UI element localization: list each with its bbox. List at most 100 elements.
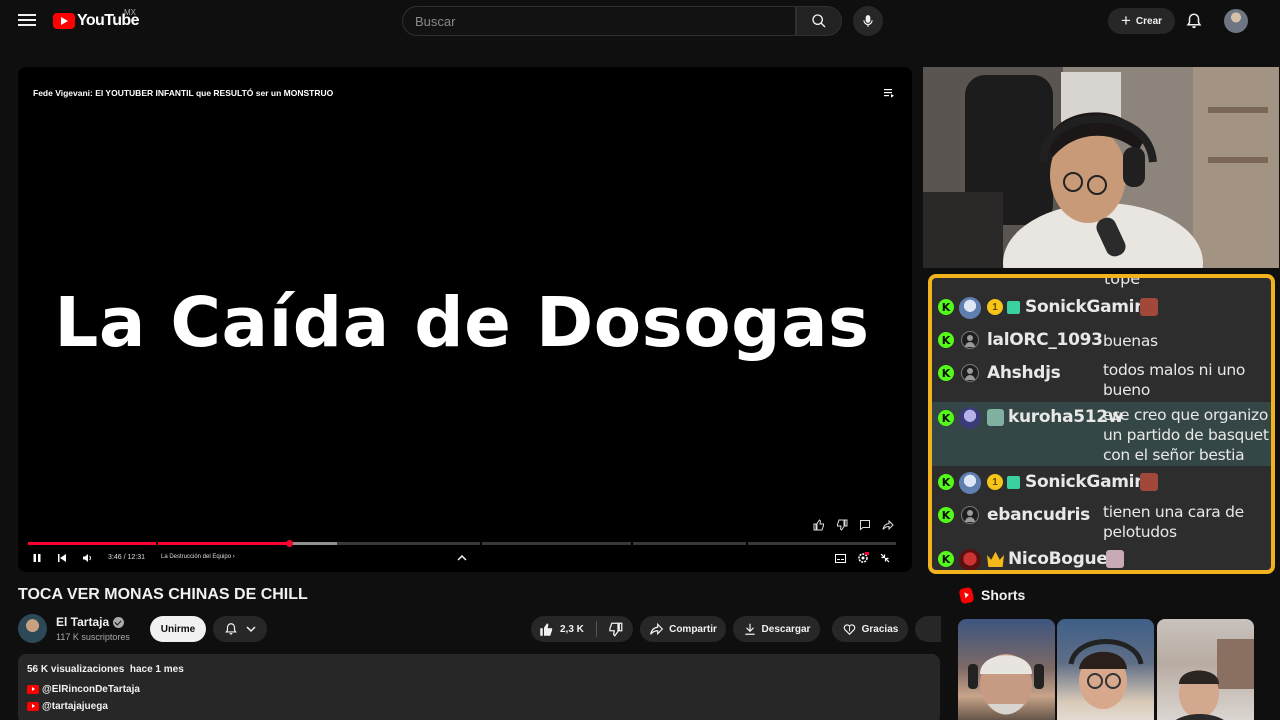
chat-username: SonickGaming <box>1025 297 1158 317</box>
create-button[interactable]: + Crear <box>1108 8 1175 34</box>
dislike-button[interactable] <box>597 616 633 642</box>
youtube-icon <box>27 702 39 711</box>
user-avatar-badge <box>959 549 981 570</box>
like-dislike-group: 2,3 K <box>531 616 633 642</box>
player-video-title[interactable]: Fede Vigevani: El YOUTUBER INFANTIL que … <box>33 88 333 98</box>
settings-gear-icon[interactable] <box>857 551 869 565</box>
chat-message: K ebancudris tienen una cara de pelotudo… <box>932 500 1271 544</box>
share-button[interactable]: Compartir <box>640 616 726 642</box>
subscriber-count: 117 K suscriptores <box>56 632 130 642</box>
youtube-play-icon <box>53 13 75 29</box>
chat-message-highlighted: K kuroha512w ese creo que organizo un pa… <box>932 402 1271 466</box>
gift-badge-icon <box>1007 476 1020 489</box>
coin-badge: 1 <box>987 299 1003 315</box>
gift-badge-icon <box>1007 301 1020 314</box>
user-avatar-badge <box>959 297 981 319</box>
progress-played <box>28 542 289 545</box>
share-icon <box>650 622 664 636</box>
download-button[interactable]: Descargar <box>733 616 820 642</box>
progress-scrubber[interactable] <box>286 540 293 547</box>
hamburger-menu-icon[interactable] <box>16 11 38 31</box>
verified-check-icon <box>113 616 125 628</box>
default-avatar-icon <box>961 506 979 524</box>
kick-icon: K <box>938 332 954 348</box>
notifications-bell-icon[interactable] <box>1185 11 1203 31</box>
playlist-queue-icon[interactable] <box>884 85 894 98</box>
voice-search-button[interactable] <box>853 6 883 36</box>
streamer-webcam <box>923 67 1279 268</box>
player-controls: 3:46 / 12:31 La Destrucción del Equipo › <box>18 548 912 568</box>
channel-name[interactable]: El Tartaja <box>56 615 125 629</box>
country-code: MX <box>124 8 136 17</box>
chat-text: tienen una cara de pelotudos <box>1103 503 1244 541</box>
exit-miniplayer-icon[interactable] <box>880 551 890 565</box>
video-player[interactable]: Fede Vigevani: El YOUTUBER INFANTIL que … <box>18 67 912 572</box>
user-avatar-badge <box>959 472 981 494</box>
kick-icon: K <box>938 474 954 490</box>
download-icon <box>744 623 755 635</box>
shorts-icon <box>958 586 975 604</box>
comment-icon[interactable] <box>859 518 871 531</box>
kick-icon: K <box>938 410 954 426</box>
search-icon <box>812 14 826 28</box>
chat-message: K Ahshdjs todos malos ni uno bueno <box>932 358 1271 402</box>
chapter-marker <box>480 542 482 545</box>
chat-username: ebancudris <box>987 505 1090 525</box>
channel-link[interactable]: @tartajajuega <box>27 701 108 712</box>
thanks-label: Gracias <box>861 623 899 635</box>
subtitles-icon[interactable] <box>835 551 846 565</box>
short-thumbnail[interactable] <box>1057 619 1154 720</box>
chapter-marker <box>631 542 633 545</box>
channel-link[interactable]: @ElRinconDeTartaja <box>27 684 140 695</box>
previous-button[interactable] <box>57 551 67 565</box>
subscription-bell-button[interactable] <box>213 616 267 642</box>
channel-avatar[interactable] <box>18 614 47 643</box>
video-title: TOCA VER MONAS CHINAS DE CHILL <box>18 586 308 603</box>
description-meta: 56 K visualizaciones hace 1 mes <box>27 664 184 675</box>
chat-message: K NicoBoguet <box>932 545 1271 570</box>
progress-bar[interactable] <box>28 540 896 547</box>
youtube-logo[interactable]: YouTube MX <box>53 8 139 32</box>
short-thumbnail[interactable] <box>958 619 1055 720</box>
share-icon[interactable] <box>882 518 894 531</box>
channel-link-text: @ElRinconDeTartaja <box>42 684 140 695</box>
like-button[interactable]: 2,3 K <box>531 621 597 637</box>
thanks-button[interactable]: Gracias <box>832 616 908 642</box>
chat-username: Ahshdjs <box>987 363 1061 383</box>
chat-message: K 1 SonickGaming <box>932 469 1271 496</box>
shorts-heading: Shorts <box>981 587 1026 603</box>
emote-icon <box>1140 298 1158 316</box>
create-label: Crear <box>1135 15 1163 27</box>
chevron-up-icon[interactable] <box>457 551 467 565</box>
volume-icon[interactable] <box>82 551 93 565</box>
short-thumbnail[interactable] <box>1157 619 1254 720</box>
search-box <box>402 6 842 36</box>
channel-link-text: @tartajajuega <box>42 701 108 712</box>
like-count: 2,3 K <box>560 623 584 635</box>
thumbs-down-icon[interactable] <box>836 518 848 531</box>
account-avatar[interactable] <box>1224 9 1248 33</box>
chapter-marker <box>156 542 158 545</box>
more-actions-button[interactable] <box>915 616 941 642</box>
on-screen-title: La Caída de Dosogas <box>54 283 870 363</box>
channel-name-text: El Tartaja <box>56 615 110 629</box>
description-box[interactable]: 56 K visualizaciones hace 1 mes @ElRinco… <box>18 654 940 720</box>
thumbs-down-icon <box>608 622 622 637</box>
thumbs-up-icon[interactable] <box>813 518 825 531</box>
chat-username: lalORC_1093 <box>987 330 1103 350</box>
search-input[interactable] <box>402 6 796 36</box>
join-button[interactable]: Unirme <box>150 616 206 642</box>
kick-icon: K <box>938 551 954 567</box>
chapter-title[interactable]: La Destrucción del Equipo › <box>161 554 235 560</box>
view-count: 56 K visualizaciones <box>27 664 125 675</box>
emote-icon <box>1106 550 1124 568</box>
pause-button[interactable] <box>32 551 42 565</box>
chat-cutoff-message: tope <box>1104 274 1141 288</box>
search-button[interactable] <box>796 6 842 36</box>
share-label: Compartir <box>669 623 717 635</box>
live-chat-overlay: tope K 1 SonickGaming K lalORC_1093 buen… <box>928 274 1275 574</box>
chapter-marker <box>746 542 748 545</box>
badge-icon <box>987 409 1004 426</box>
coin-badge: 1 <box>987 474 1003 490</box>
heart-dollar-icon <box>843 624 855 636</box>
